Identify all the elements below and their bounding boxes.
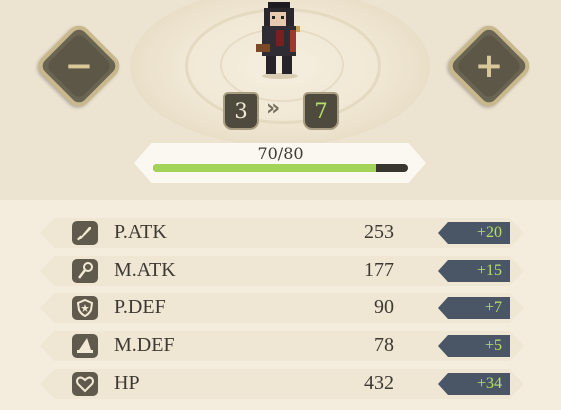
wizard-hat-icon [72, 334, 98, 358]
stat-value: 432 [364, 372, 394, 394]
current-level-badge: 3 [223, 92, 259, 130]
stat-value: 177 [364, 259, 394, 281]
exp-text: 70/80 [257, 144, 304, 163]
stat-value: 90 [374, 296, 394, 318]
stat-name: M.DEF [114, 334, 175, 356]
sword-icon [72, 221, 98, 245]
exp-progress-bar [153, 164, 408, 172]
stat-bonus-badge: +34 [438, 373, 510, 395]
exp-progress-fill [153, 164, 377, 172]
staff-icon [72, 259, 98, 283]
plus-icon: + [474, 46, 504, 86]
stat-bonus-badge: +7 [438, 297, 510, 319]
target-level-badge: 7 [303, 92, 339, 130]
level-arrow-icon: » [266, 96, 280, 121]
minus-icon: − [64, 46, 94, 86]
stat-name: P.ATK [114, 221, 167, 243]
hero-sprite-icon [256, 2, 300, 79]
stat-bonus-badge: +15 [438, 260, 510, 282]
stat-bonus-badge: +5 [438, 335, 510, 357]
stat-value: 78 [374, 334, 394, 356]
stat-value: 253 [364, 221, 394, 243]
stat-bonus-badge: +20 [438, 222, 510, 244]
stat-name: P.DEF [114, 296, 166, 318]
heart-icon [72, 372, 98, 396]
stat-name: HP [114, 372, 140, 394]
shield-icon [72, 296, 98, 320]
stat-name: M.ATK [114, 259, 176, 281]
